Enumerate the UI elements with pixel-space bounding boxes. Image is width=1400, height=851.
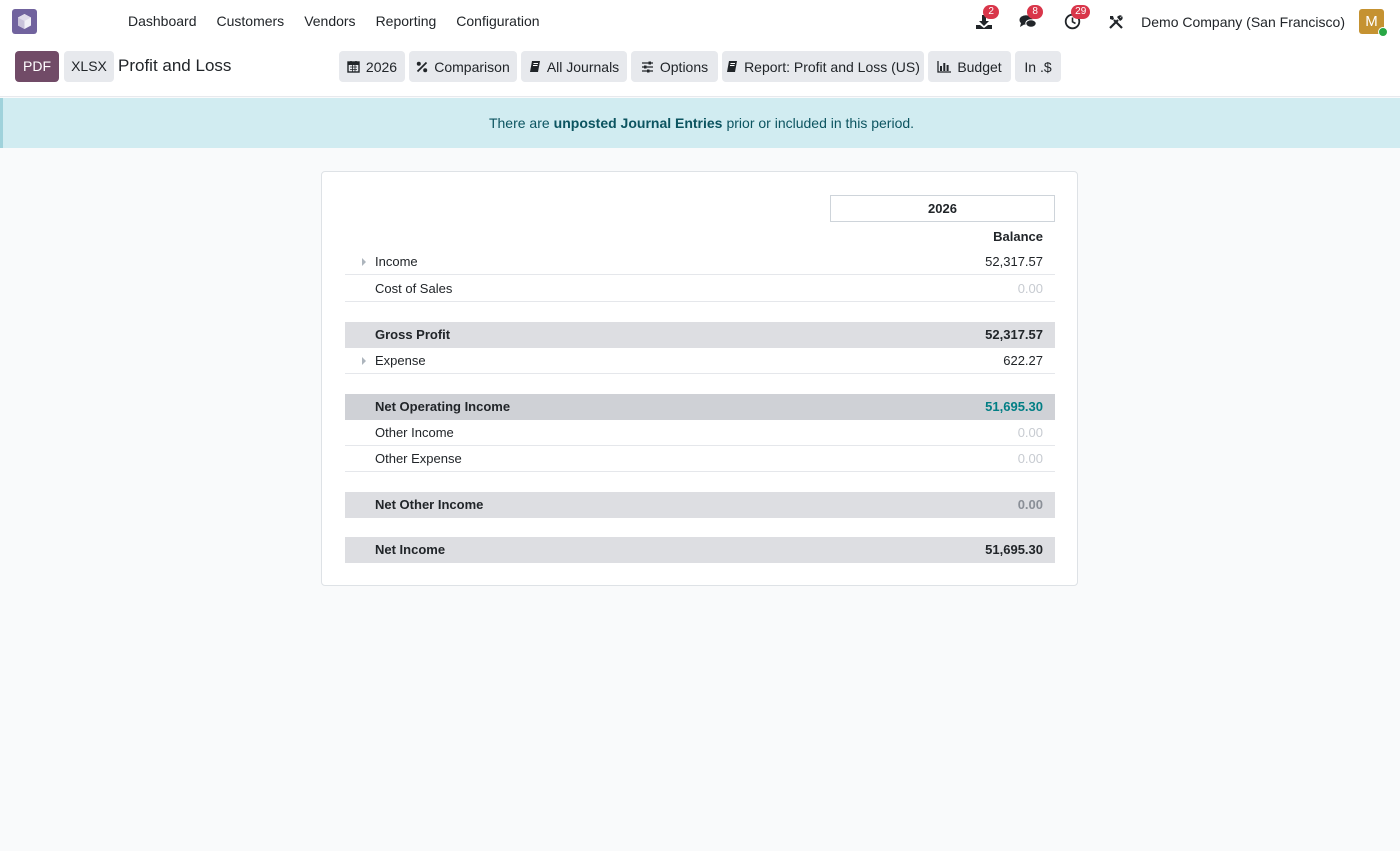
- messages-count-badge: 8: [1027, 4, 1044, 19]
- total-label: Gross Profit: [375, 327, 451, 342]
- line-value: 0.00: [1017, 281, 1043, 296]
- total-value: 0.00: [1017, 497, 1043, 512]
- currency-button[interactable]: In .$: [1015, 51, 1061, 82]
- percent-icon: [417, 61, 428, 72]
- systray: 2 8 29 Demo Company (San Francisco) M: [973, 0, 1400, 43]
- activities-count-badge: 29: [1071, 4, 1091, 19]
- report-variant-label: Report: Profit and Loss (US): [744, 58, 920, 75]
- line-label: Expense: [375, 353, 426, 368]
- unposted-entries-alert: There are unposted Journal Entries prior…: [0, 98, 1400, 148]
- xlsx-export-button[interactable]: XLSX: [64, 51, 114, 82]
- line-label: Other Income: [375, 425, 454, 440]
- total-net-income: Net Income 51,695.30: [345, 537, 1055, 563]
- total-net-operating-income: Net Operating Income 51,695.30: [345, 394, 1055, 420]
- page-title: Profit and Loss: [118, 56, 232, 75]
- journals-filter-button[interactable]: All Journals: [521, 51, 627, 82]
- debug-tools-button[interactable]: [1105, 11, 1127, 33]
- bar-chart-icon: [937, 60, 952, 73]
- options-button[interactable]: Options: [631, 51, 718, 82]
- comparison-button[interactable]: Comparison: [409, 51, 517, 82]
- download-count-badge: 2: [983, 4, 1000, 19]
- avatar-initial: M: [1365, 13, 1378, 30]
- budget-button[interactable]: Budget: [928, 51, 1011, 82]
- journals-filter-label: All Journals: [546, 58, 620, 75]
- line-label: Other Expense: [375, 451, 462, 466]
- profit-and-loss-report: 2026 Balance Income 52,317.57 Cost of Sa…: [321, 171, 1078, 586]
- book-icon: [529, 61, 540, 72]
- menu-vendors[interactable]: Vendors: [294, 0, 365, 43]
- period-column-header[interactable]: 2026: [830, 195, 1055, 222]
- balance-column-header: Balance: [993, 229, 1043, 244]
- line-label: Cost of Sales: [375, 281, 453, 296]
- line-other-income: Other Income 0.00: [345, 420, 1055, 446]
- date-filter-button[interactable]: 2026: [339, 51, 405, 82]
- main-menu: Dashboard Customers Vendors Reporting Co…: [118, 0, 550, 43]
- currency-label: In .$: [1024, 58, 1052, 75]
- date-filter-label: 2026: [365, 58, 398, 75]
- alert-prefix: There are: [488, 115, 550, 131]
- activities-tray-button[interactable]: 29: [1061, 4, 1091, 33]
- online-status-dot: [1378, 27, 1388, 37]
- menu-customers[interactable]: Customers: [207, 0, 295, 43]
- download-tray-button[interactable]: 2: [973, 4, 1000, 33]
- line-value: 0.00: [1017, 425, 1043, 440]
- total-label: Net Other Income: [375, 497, 484, 512]
- menu-reporting[interactable]: Reporting: [366, 0, 447, 43]
- pdf-export-button[interactable]: PDF: [15, 51, 59, 82]
- total-value: 52,317.57: [985, 327, 1043, 342]
- app-logo-icon[interactable]: [12, 9, 37, 34]
- tools-icon: [1109, 14, 1123, 29]
- total-label: Net Operating Income: [375, 399, 511, 414]
- book-icon: [727, 61, 738, 72]
- sliders-icon: [641, 61, 653, 72]
- company-switcher[interactable]: Demo Company (San Francisco): [1141, 14, 1345, 30]
- line-value: 0.00: [1017, 451, 1043, 466]
- calendar-icon: [347, 61, 360, 73]
- user-avatar[interactable]: M: [1359, 9, 1388, 37]
- messages-tray-button[interactable]: 8: [1017, 4, 1044, 33]
- top-navbar: Dashboard Customers Vendors Reporting Co…: [0, 0, 1400, 43]
- budget-label: Budget: [957, 58, 1002, 75]
- report-variant-button[interactable]: Report: Profit and Loss (US): [722, 51, 924, 82]
- total-value: 51,695.30: [985, 399, 1043, 414]
- menu-dashboard[interactable]: Dashboard: [118, 0, 207, 43]
- control-panel: PDF XLSX Profit and Loss 2026 Comparison…: [0, 43, 1400, 97]
- line-cost-of-sales: Cost of Sales 0.00: [345, 276, 1055, 302]
- line-label: Income: [375, 254, 418, 269]
- expand-caret-icon[interactable]: [362, 258, 366, 266]
- line-value[interactable]: 52,317.57: [985, 254, 1043, 269]
- line-expense[interactable]: Expense 622.27: [345, 348, 1055, 374]
- total-gross-profit: Gross Profit 52,317.57: [345, 322, 1055, 348]
- comparison-label: Comparison: [434, 58, 510, 75]
- total-value: 51,695.30: [985, 542, 1043, 557]
- line-value[interactable]: 622.27: [1003, 353, 1043, 368]
- total-label: Net Income: [375, 542, 446, 557]
- total-net-other-income: Net Other Income 0.00: [345, 492, 1055, 518]
- alert-suffix: prior or included in this period.: [726, 115, 915, 131]
- line-income[interactable]: Income 52,317.57: [345, 249, 1055, 275]
- unposted-entries-link[interactable]: unposted Journal Entries: [554, 115, 723, 131]
- line-other-expense: Other Expense 0.00: [345, 446, 1055, 472]
- menu-configuration[interactable]: Configuration: [446, 0, 549, 43]
- options-label: Options: [659, 58, 709, 75]
- expand-caret-icon[interactable]: [362, 357, 366, 365]
